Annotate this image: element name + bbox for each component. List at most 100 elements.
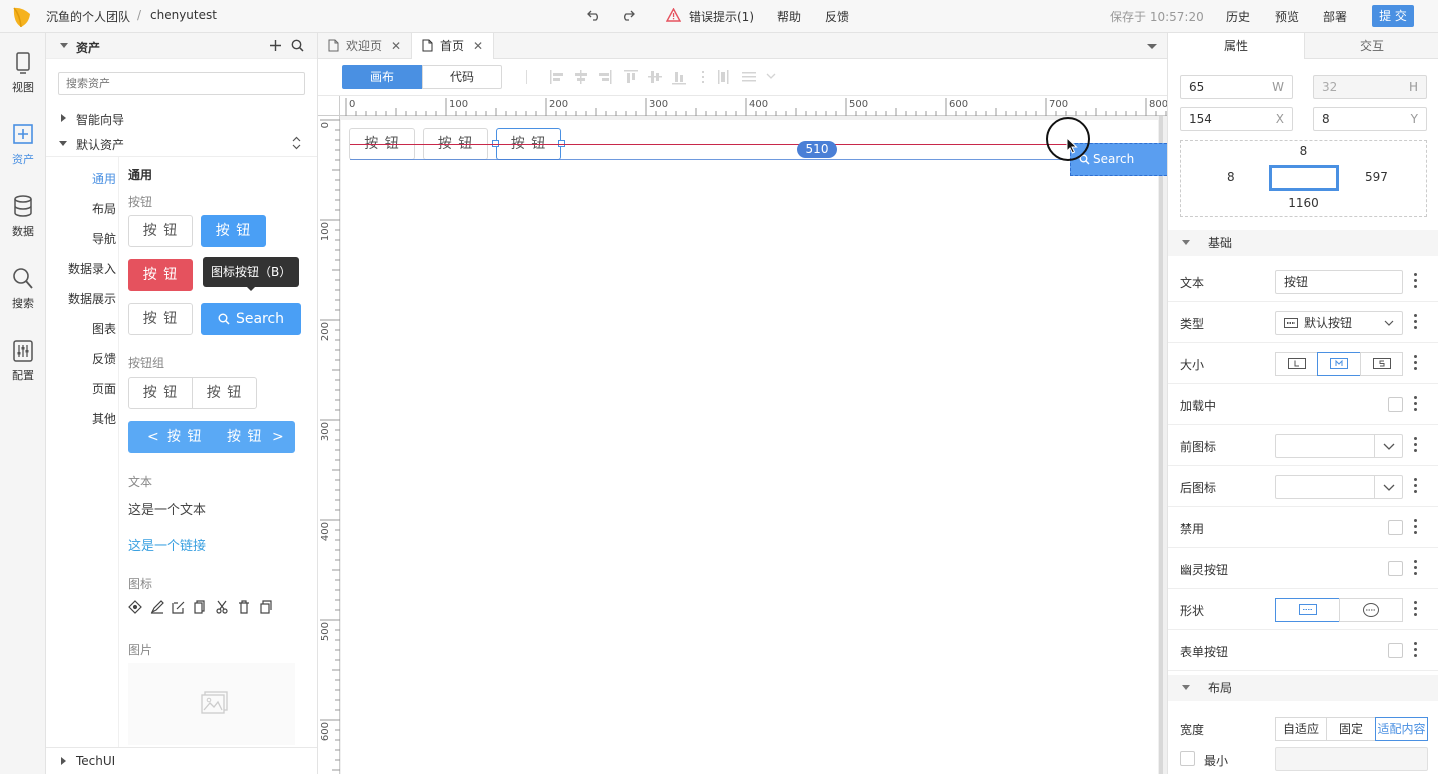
prop-row-form-button: 表单按钮 <box>1168 630 1438 671</box>
rail-item-search[interactable]: 搜索 <box>0 267 46 311</box>
more-icon[interactable] <box>1412 642 1418 658</box>
redo-icon[interactable] <box>621 8 635 22</box>
document-tabs: 欢迎页 ✕ 首页 ✕ <box>318 33 1167 59</box>
asset-search-button[interactable]: Search <box>201 303 301 335</box>
prop-label: 宽度 <box>1180 723 1205 737</box>
prop-row-shape: 形状 <box>1168 589 1438 630</box>
category-data-entry[interactable]: 数据录入 <box>68 260 116 277</box>
category-navigation[interactable]: 导航 <box>92 230 116 247</box>
size-small-option[interactable] <box>1360 352 1403 376</box>
asset-group-button-left[interactable]: 按 钮 <box>128 377 193 409</box>
asset-group-button-right[interactable]: 按 钮 <box>192 377 257 409</box>
app-logo-icon[interactable] <box>10 5 34 29</box>
category-general[interactable]: 通用 <box>92 170 116 187</box>
category-page[interactable]: 页面 <box>92 380 116 397</box>
loading-checkbox[interactable] <box>1388 397 1403 412</box>
tab-properties[interactable]: 属性 <box>1168 33 1304 59</box>
code-mode-button[interactable]: 代码 <box>422 65 502 89</box>
form-button-checkbox[interactable] <box>1388 643 1403 658</box>
asset-text-sample[interactable]: 这是一个文本 <box>128 499 206 518</box>
tabs-dropdown-icon[interactable] <box>1147 44 1157 49</box>
category-chart[interactable]: 图表 <box>92 320 116 337</box>
rail-item-view[interactable]: 视图 <box>0 51 46 95</box>
close-icon[interactable]: ✕ <box>391 33 401 59</box>
preview-button[interactable]: 预览 <box>1275 8 1299 25</box>
disabled-checkbox[interactable] <box>1388 520 1403 535</box>
submit-button[interactable]: 提 交 <box>1372 5 1414 27</box>
type-select[interactable]: 默认按钮 <box>1275 311 1403 335</box>
size-medium-option[interactable] <box>1317 352 1361 376</box>
tab-interactions[interactable]: 交互 <box>1304 33 1438 59</box>
asset-pager-button-group[interactable]: < 按 钮 按 钮 > <box>128 421 295 453</box>
margin-top-value[interactable]: 8 <box>1181 144 1426 158</box>
history-button[interactable]: 历史 <box>1226 8 1250 25</box>
deploy-button[interactable]: 部署 <box>1323 8 1347 25</box>
asset-danger-button[interactable]: 按 钮 <box>128 259 193 291</box>
margin-bottom-value[interactable]: 1160 <box>1181 196 1426 210</box>
more-icon[interactable] <box>1412 273 1418 289</box>
more-icon[interactable] <box>1412 519 1418 535</box>
canvas-mode-button[interactable]: 画布 <box>342 65 422 89</box>
team-name[interactable]: 沉鱼的个人团队 <box>46 8 130 25</box>
chevron-down-icon[interactable] <box>1374 476 1402 498</box>
chevron-down-icon[interactable] <box>1374 435 1402 457</box>
asset-dashed-button[interactable]: 按 钮 <box>128 303 193 335</box>
techui-section[interactable]: TechUI <box>46 747 317 774</box>
tab-welcome[interactable]: 欢迎页 ✕ <box>318 33 412 59</box>
tab-home[interactable]: 首页 ✕ <box>412 33 494 59</box>
y-input[interactable]: 8Y <box>1313 107 1427 131</box>
add-icon[interactable] <box>269 39 282 52</box>
canvas-scrollbar[interactable] <box>1159 116 1163 774</box>
close-icon[interactable]: ✕ <box>473 33 483 59</box>
category-other[interactable]: 其他 <box>92 410 116 427</box>
asset-search-input[interactable] <box>58 72 305 95</box>
smart-guide-item[interactable]: 智能向导 <box>76 111 124 128</box>
basic-group-header[interactable]: 基础 <box>1168 230 1438 256</box>
suffix-icon-select[interactable] <box>1275 475 1403 499</box>
prop-row-ghost: 幽灵按钮 <box>1168 548 1438 589</box>
more-icon[interactable] <box>1412 396 1418 412</box>
category-feedback[interactable]: 反馈 <box>92 350 116 367</box>
ghost-checkbox[interactable] <box>1388 561 1403 576</box>
help-link[interactable]: 帮助 <box>777 8 801 25</box>
search-icon[interactable] <box>291 39 304 52</box>
align-tools-icons[interactable] <box>550 69 782 85</box>
more-icon[interactable] <box>1412 478 1418 494</box>
x-input[interactable]: 154 X <box>1180 107 1293 131</box>
category-data-display[interactable]: 数据展示 <box>68 290 116 307</box>
more-icon[interactable] <box>1412 437 1418 453</box>
rail-item-data[interactable]: 数据 <box>0 195 46 239</box>
project-name[interactable]: chenyutest <box>150 8 217 22</box>
undo-icon[interactable] <box>587 8 601 22</box>
width-auto-option[interactable]: 自适应 <box>1275 717 1327 741</box>
size-large-option[interactable] <box>1275 352 1318 376</box>
default-assets-header[interactable]: 默认资产 <box>46 131 317 157</box>
min-width-checkbox[interactable] <box>1180 751 1195 766</box>
shape-rect-option[interactable] <box>1275 598 1340 622</box>
sort-toggle-icon[interactable] <box>292 136 301 150</box>
width-fixed-option[interactable]: 固定 <box>1326 717 1376 741</box>
margin-left-value[interactable]: 8 <box>1227 170 1235 184</box>
rail-item-assets[interactable]: 资产 <box>0 123 46 167</box>
asset-primary-button[interactable]: 按 钮 <box>201 215 266 247</box>
asset-image-placeholder[interactable] <box>128 663 295 745</box>
category-layout[interactable]: 布局 <box>92 200 116 217</box>
feedback-link[interactable]: 反馈 <box>825 8 849 25</box>
error-tip-link[interactable]: 错误提示(1) <box>689 8 754 25</box>
asset-default-button[interactable]: 按 钮 <box>128 215 193 247</box>
width-fit-content-option[interactable]: 适配内容 <box>1375 717 1428 741</box>
more-icon[interactable] <box>1412 314 1418 330</box>
shape-round-option[interactable] <box>1339 598 1403 622</box>
prefix-icon-select[interactable] <box>1275 434 1403 458</box>
layout-group-header[interactable]: 布局 <box>1168 675 1438 701</box>
more-icon[interactable] <box>1412 355 1418 371</box>
width-input[interactable]: 65 W <box>1180 75 1293 99</box>
asset-link-sample[interactable]: 这是一个链接 <box>128 535 206 554</box>
more-icon[interactable] <box>1412 601 1418 617</box>
artboard[interactable] <box>341 120 1158 774</box>
text-input[interactable]: 按钮 <box>1275 270 1403 294</box>
rail-item-config[interactable]: 配置 <box>0 339 46 383</box>
margin-right-value[interactable]: 597 <box>1365 170 1388 184</box>
collapse-caret-icon[interactable] <box>60 43 68 48</box>
more-icon[interactable] <box>1412 560 1418 576</box>
